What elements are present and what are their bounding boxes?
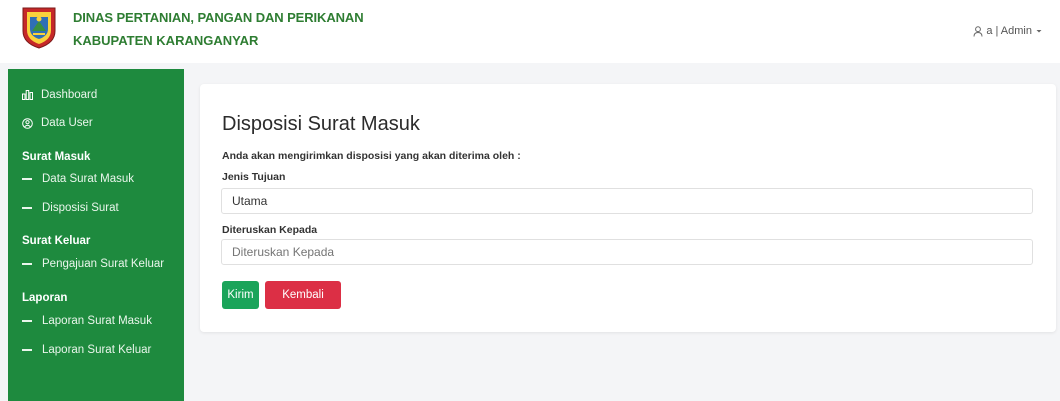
sidebar-item-laporan-surat-masuk[interactable]: Laporan Surat Masuk <box>22 315 152 327</box>
sidebar-heading-laporan: Laporan <box>22 292 68 304</box>
form-intro-text: Anda akan mengirimkan disposisi yang aka… <box>222 150 521 162</box>
sidebar-item-dashboard[interactable]: Dashboard <box>22 89 97 101</box>
top-header: DINAS PERTANIAN, PANGAN DAN PERIKANAN KA… <box>0 0 1060 63</box>
disposisi-form-card: Disposisi Surat Masuk Anda akan mengirim… <box>200 84 1056 332</box>
sidebar-item-data-user[interactable]: Data User <box>22 117 93 129</box>
caret-down-icon <box>1036 30 1042 33</box>
sidebar-item-label: Data Surat Masuk <box>42 173 135 185</box>
dash-icon <box>22 320 32 322</box>
sidebar: Dashboard Data User Surat Masuk Data Sur… <box>8 69 184 401</box>
user-icon <box>973 25 983 37</box>
sidebar-item-label: Pengajuan Surat Keluar <box>42 258 165 270</box>
sidebar-item-label: Laporan Surat Masuk <box>42 315 152 327</box>
kirim-button[interactable]: Kirim <box>222 281 259 309</box>
sidebar-item-laporan-surat-keluar[interactable]: Laporan Surat Keluar <box>22 344 151 356</box>
jenis-tujuan-label: Jenis Tujuan <box>222 171 286 183</box>
agency-subtitle: KABUPATEN KARANGANYAR <box>73 33 259 48</box>
sidebar-item-label: Data User <box>41 117 93 129</box>
sidebar-heading-surat-keluar: Surat Keluar <box>22 235 91 247</box>
sidebar-item-label: Laporan Surat Keluar <box>42 344 152 356</box>
jenis-tujuan-field[interactable]: Utama <box>221 188 1033 214</box>
dash-icon <box>22 263 32 265</box>
dash-icon <box>22 349 32 351</box>
sidebar-item-pengajuan-surat-keluar[interactable]: Pengajuan Surat Keluar <box>22 258 164 270</box>
diteruskan-kepada-label: Diteruskan Kepada <box>222 224 318 236</box>
sidebar-item-disposisi-surat[interactable]: Disposisi Surat <box>22 202 119 214</box>
dash-icon <box>22 207 32 209</box>
sidebar-item-data-surat-masuk[interactable]: Data Surat Masuk <box>22 173 134 185</box>
sidebar-item-label: Dashboard <box>41 89 98 101</box>
user-menu[interactable]: a | Admin <box>973 25 1043 37</box>
sidebar-heading-surat-masuk: Surat Masuk <box>22 151 91 163</box>
diteruskan-kepada-input[interactable] <box>221 239 1033 265</box>
regency-logo-icon <box>22 7 56 49</box>
kembali-button[interactable]: Kembali <box>265 281 341 309</box>
user-label: a | Admin <box>986 25 1032 37</box>
page-title: Disposisi Surat Masuk <box>222 113 420 135</box>
bar-chart-icon <box>22 90 33 100</box>
user-circle-icon <box>22 117 33 129</box>
dash-icon <box>22 178 32 180</box>
agency-title: DINAS PERTANIAN, PANGAN DAN PERIKANAN <box>73 10 364 25</box>
sidebar-item-label: Disposisi Surat <box>42 202 119 214</box>
